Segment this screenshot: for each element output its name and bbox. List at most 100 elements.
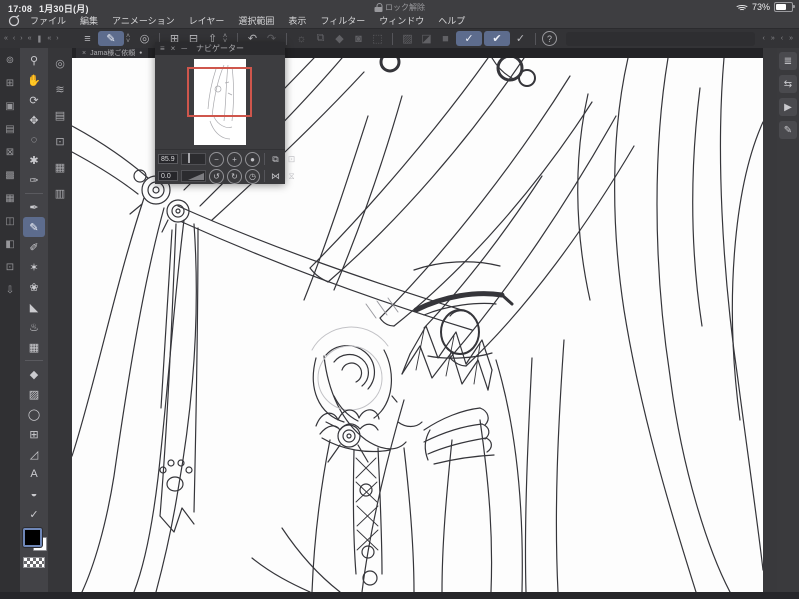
zoom-out-button[interactable]: − — [209, 151, 224, 167]
rotation-value-field[interactable]: 0.0 — [158, 171, 178, 181]
tone-panel-icon[interactable]: ▩ — [2, 167, 18, 183]
navigator-view-frame[interactable] — [187, 67, 252, 117]
collapse-arrow-icon[interactable]: « — [47, 35, 51, 42]
star-panel-icon[interactable]: ⊡ — [2, 259, 18, 275]
help-icon[interactable]: ? — [542, 31, 557, 46]
collapse-arrow-icon[interactable]: « — [28, 35, 32, 42]
tool-switch-chevrons[interactable]: ˄˅ — [126, 31, 134, 46]
airbrush-tool[interactable]: ✶ — [23, 257, 45, 277]
snap-to-ruler-icon[interactable]: ✓ — [456, 31, 482, 46]
tab-close-icon[interactable]: × — [82, 50, 86, 57]
fill-tool[interactable]: ◆ — [23, 364, 45, 384]
menu-animation[interactable]: アニメーション — [112, 14, 175, 27]
menu-help[interactable]: ヘルプ — [438, 14, 465, 27]
pencil-tool[interactable]: ✎ — [23, 217, 45, 237]
zoom-reset-button[interactable]: ● — [245, 151, 260, 167]
menu-file[interactable]: ファイル — [30, 14, 66, 27]
menu-filter[interactable]: フィルター — [320, 14, 365, 27]
frame-border-tool[interactable]: ⊞ — [23, 424, 45, 444]
close-box-panel-icon[interactable]: ⊠ — [2, 144, 18, 160]
menu-selection[interactable]: 選択範囲 — [238, 14, 274, 27]
transform-icon[interactable]: ⬚ — [369, 31, 386, 46]
quick-access-icon[interactable]: ◎ — [51, 54, 69, 72]
animation-panel-icon[interactable]: ▶ — [779, 98, 797, 116]
zoom-image-icon[interactable]: ◙ — [350, 31, 367, 46]
command-icon[interactable] — [286, 32, 287, 45]
collapse-arrow-icon[interactable]: » — [789, 35, 793, 42]
rotation-slider[interactable] — [181, 170, 206, 182]
current-tool-button[interactable]: ✎ — [98, 31, 124, 46]
foreground-color-swatch[interactable] — [23, 528, 42, 547]
download-panel-icon[interactable]: ⇩ — [2, 282, 18, 298]
edit-panel-icon[interactable]: ◧ — [2, 236, 18, 252]
reset-view-icon[interactable]: ⧖ — [285, 170, 298, 183]
navigator-minimize-icon[interactable]: ─ — [181, 42, 187, 55]
workspace-grid-panel-icon[interactable]: ⊞ — [2, 75, 18, 91]
collapse-arrow-icon[interactable]: ❚ — [37, 35, 43, 43]
brush-tool[interactable]: ✐ — [23, 237, 45, 257]
snap-to-special-ruler-icon[interactable]: ✔ — [484, 31, 510, 46]
csp-logo-icon[interactable] — [8, 14, 20, 27]
figure-tool[interactable]: ◯ — [23, 404, 45, 424]
color-set-icon[interactable]: ▦ — [51, 158, 69, 176]
text-tool[interactable]: A — [23, 464, 45, 484]
auto-select-tool[interactable]: ✱ — [23, 150, 45, 170]
deselect-icon[interactable]: ▨ — [399, 31, 416, 46]
layer-color-panel-icon[interactable]: ≣ — [779, 52, 797, 70]
flip-horizontal-icon[interactable]: ⋈ — [269, 170, 282, 183]
menu-layer[interactable]: レイヤー — [189, 14, 225, 27]
balloon-tool[interactable]: ◒ — [23, 484, 45, 504]
command-icon[interactable] — [392, 32, 393, 45]
gradient-tool[interactable]: ▨ — [23, 384, 45, 404]
snap-to-grid-icon[interactable]: ✓ — [512, 31, 529, 46]
menu-window[interactable]: ウィンドウ — [379, 14, 424, 27]
zoom-value-field[interactable]: 85.9 — [158, 154, 178, 164]
hand-tool[interactable]: ✋ — [23, 70, 45, 90]
collapse-arrow-icon[interactable]: « — [4, 35, 8, 42]
move-tool[interactable]: ✥ — [23, 110, 45, 130]
lasso-tool[interactable]: ◌ — [23, 130, 45, 150]
selection-fill-icon[interactable]: ■ — [437, 31, 454, 46]
brush-size-icon[interactable]: ⊡ — [51, 132, 69, 150]
canvas-tab[interactable]: × Jama様ご依頼 ● — [76, 48, 149, 58]
rotate-view-tool[interactable]: ⟳ — [23, 90, 45, 110]
brightness-icon[interactable]: ☼ — [293, 31, 310, 46]
invert-selection-icon[interactable]: ◪ — [418, 31, 435, 46]
transparent-color-swatch[interactable] — [23, 557, 45, 568]
rotate-object-icon[interactable]: ◆ — [331, 31, 348, 46]
collapse-arrow-icon[interactable]: ‹ — [763, 35, 765, 42]
collapse-arrow-icon[interactable]: › — [56, 35, 58, 42]
rotate-left-button[interactable]: ↺ — [209, 168, 224, 184]
navigator-close-icon[interactable]: × — [171, 42, 176, 55]
frame-panel-icon[interactable]: ◫ — [2, 213, 18, 229]
rotate-right-button[interactable]: ↻ — [227, 168, 242, 184]
correct-line-tool[interactable]: ✓ — [23, 504, 45, 524]
tool-property-icon[interactable]: ▤ — [51, 106, 69, 124]
polyline-tool[interactable]: ◿ — [23, 444, 45, 464]
eyedropper-tool[interactable]: ✑ — [23, 170, 45, 190]
zoom-tool[interactable]: ⚲ — [23, 50, 45, 70]
zoom-slider[interactable] — [181, 153, 206, 165]
color-slider-icon[interactable]: ▥ — [51, 184, 69, 202]
list-panel-icon[interactable]: ▤ — [2, 121, 18, 137]
eraser-tool[interactable]: ◣ — [23, 297, 45, 317]
page-panel-icon[interactable]: ▣ — [2, 98, 18, 114]
collapse-arrow-icon[interactable]: › — [20, 35, 22, 42]
duplicate-layer-icon[interactable]: ⧉ — [312, 31, 329, 46]
collapse-arrow-icon[interactable]: ‹ — [13, 35, 15, 42]
reset-rotation-button[interactable]: ◷ — [245, 168, 260, 184]
material-panel-icon[interactable]: ▦ — [2, 190, 18, 206]
navigator-title-bar[interactable]: ≡ × ─ ナビゲーター — [155, 42, 285, 55]
magnifier-panel-icon[interactable]: ⊚ — [2, 52, 18, 68]
command-icon[interactable] — [535, 32, 536, 45]
fit-to-window-icon[interactable]: ⊡ — [285, 153, 298, 166]
liquify-tool[interactable]: ▦ — [23, 337, 45, 357]
navigator-menu-icon[interactable]: ≡ — [160, 42, 165, 55]
main-menu-icon[interactable]: ≡ — [79, 31, 96, 46]
decoration-tool[interactable]: ❀ — [23, 277, 45, 297]
pen-tool[interactable]: ✒ — [23, 197, 45, 217]
layer-edit-panel-icon[interactable]: ✎ — [779, 121, 797, 139]
blend-tool[interactable]: ♨ — [23, 317, 45, 337]
sub-tool-icon[interactable]: ≋ — [51, 80, 69, 98]
menu-view[interactable]: 表示 — [288, 14, 306, 27]
